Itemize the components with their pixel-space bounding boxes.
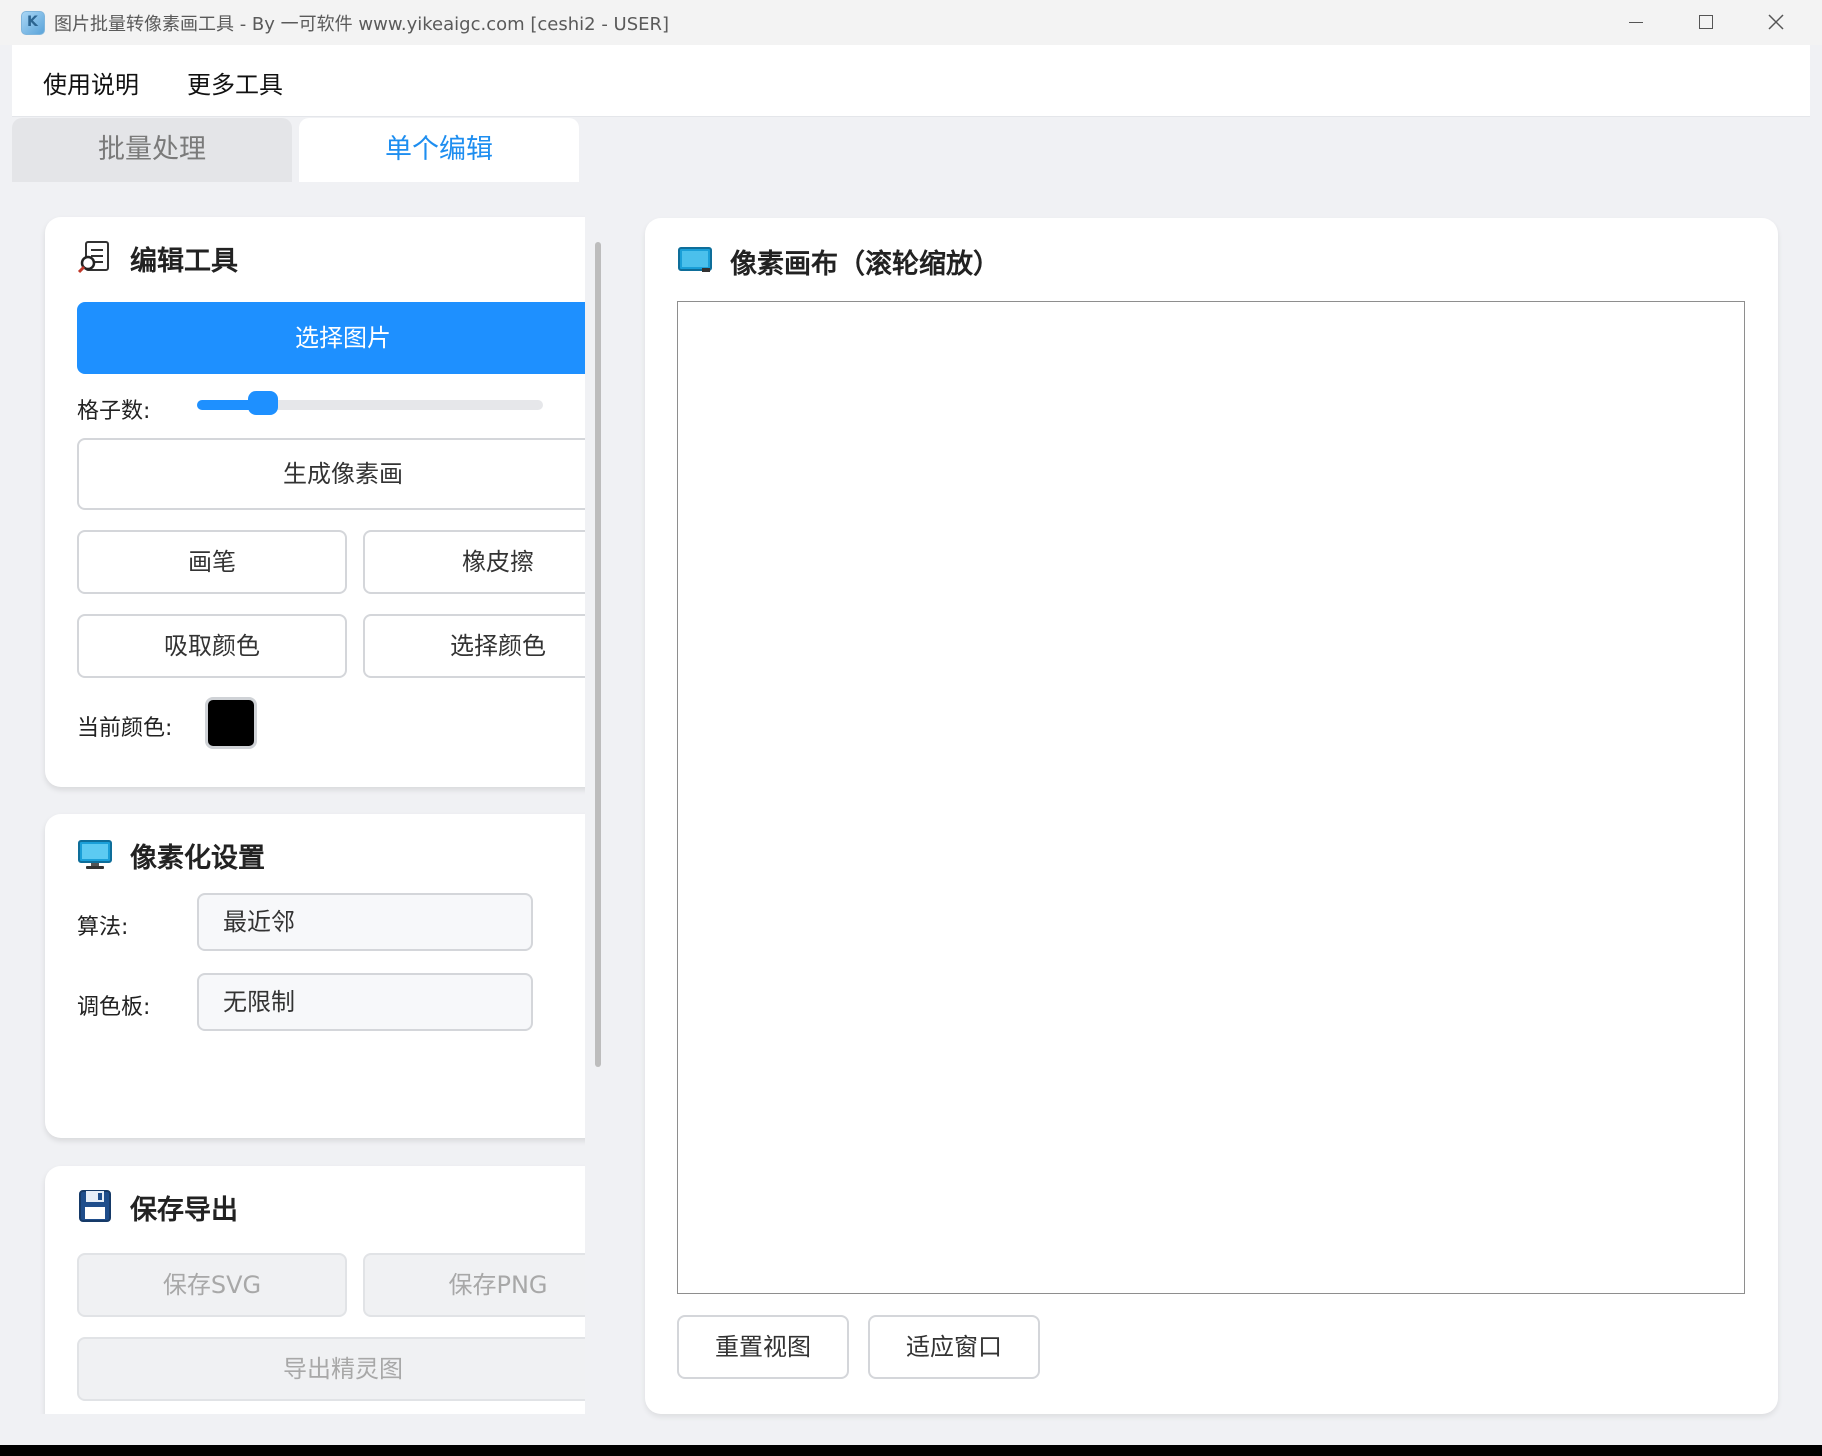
close-icon bbox=[1768, 14, 1784, 30]
export-sprite-button[interactable]: 导出精灵图 bbox=[77, 1337, 585, 1401]
title-bar: K 图片批量转像素画工具 - By 一可软件 www.yikeaigc.com … bbox=[0, 0, 1822, 45]
menu-item-more-tools[interactable]: 更多工具 bbox=[187, 65, 283, 100]
tab-batch-processing[interactable]: 批量处理 bbox=[12, 118, 292, 182]
app-window: K 图片批量转像素画工具 - By 一可软件 www.yikeaigc.com … bbox=[0, 0, 1822, 1445]
export-title: 保存导出 bbox=[130, 1195, 238, 1226]
save-disk-icon bbox=[79, 1190, 111, 1222]
reset-view-button[interactable]: 重置视图 bbox=[677, 1315, 849, 1379]
minimize-button[interactable] bbox=[1614, 8, 1658, 36]
eraser-button[interactable]: 橡皮擦 bbox=[363, 530, 585, 594]
document-search-icon bbox=[77, 241, 109, 274]
current-color-swatch[interactable] bbox=[205, 697, 257, 749]
grid-count-label: 格子数: bbox=[77, 399, 151, 424]
monitor-icon bbox=[78, 840, 112, 869]
current-color-label: 当前颜色: bbox=[77, 716, 173, 741]
window-title: 图片批量转像素画工具 - By 一可软件 www.yikeaigc.com [c… bbox=[54, 14, 670, 35]
canvas-title: 像素画布（滚轮缩放） bbox=[730, 249, 1000, 280]
palette-label: 调色板: bbox=[77, 995, 151, 1020]
brush-button[interactable]: 画笔 bbox=[77, 530, 347, 594]
pixel-settings-card: 像素化设置 算法: 最近邻 调色板: 无限制 bbox=[45, 814, 585, 1138]
left-panel-scrollbar[interactable] bbox=[595, 242, 601, 1067]
export-card: 保存导出 保存SVG 保存PNG 导出精灵图 bbox=[45, 1166, 585, 1414]
minimize-icon bbox=[1629, 22, 1643, 23]
left-scroll-panel: 编辑工具 选择图片 格子数: 生成像素画 画笔 橡皮擦 吸取颜色 选择颜色 当前… bbox=[12, 182, 585, 1414]
fit-window-button[interactable]: 适应窗口 bbox=[868, 1315, 1040, 1379]
algorithm-select[interactable]: 最近邻 bbox=[197, 893, 533, 951]
app-logo-icon: K bbox=[21, 11, 45, 35]
save-svg-button[interactable]: 保存SVG bbox=[77, 1253, 347, 1317]
grid-count-slider[interactable] bbox=[197, 391, 543, 415]
palette-select[interactable]: 无限制 bbox=[197, 973, 533, 1031]
canvas-monitor-icon bbox=[678, 247, 712, 272]
maximize-icon bbox=[1699, 15, 1713, 29]
pick-color-button[interactable]: 吸取颜色 bbox=[77, 614, 347, 678]
maximize-button[interactable] bbox=[1684, 8, 1728, 36]
menu-item-usage-guide[interactable]: 使用说明 bbox=[43, 65, 139, 100]
save-png-button[interactable]: 保存PNG bbox=[363, 1253, 585, 1317]
grid-count-slider-handle[interactable] bbox=[247, 391, 278, 415]
pixel-settings-title: 像素化设置 bbox=[130, 843, 265, 874]
tab-single-edit[interactable]: 单个编辑 bbox=[299, 118, 579, 182]
generate-pixel-art-button[interactable]: 生成像素画 bbox=[77, 438, 585, 510]
pixel-canvas[interactable] bbox=[677, 301, 1745, 1294]
menu-bar: 使用说明 更多工具 bbox=[12, 45, 1810, 117]
choose-color-button[interactable]: 选择颜色 bbox=[363, 614, 585, 678]
algorithm-label: 算法: bbox=[77, 915, 129, 940]
edit-tools-card: 编辑工具 选择图片 格子数: 生成像素画 画笔 橡皮擦 吸取颜色 选择颜色 当前… bbox=[45, 217, 585, 787]
pixel-canvas-card: 像素画布（滚轮缩放） 重置视图 适应窗口 bbox=[645, 218, 1778, 1414]
select-image-button[interactable]: 选择图片 bbox=[77, 302, 585, 374]
close-button[interactable] bbox=[1754, 8, 1798, 36]
edit-tools-title: 编辑工具 bbox=[130, 246, 238, 277]
